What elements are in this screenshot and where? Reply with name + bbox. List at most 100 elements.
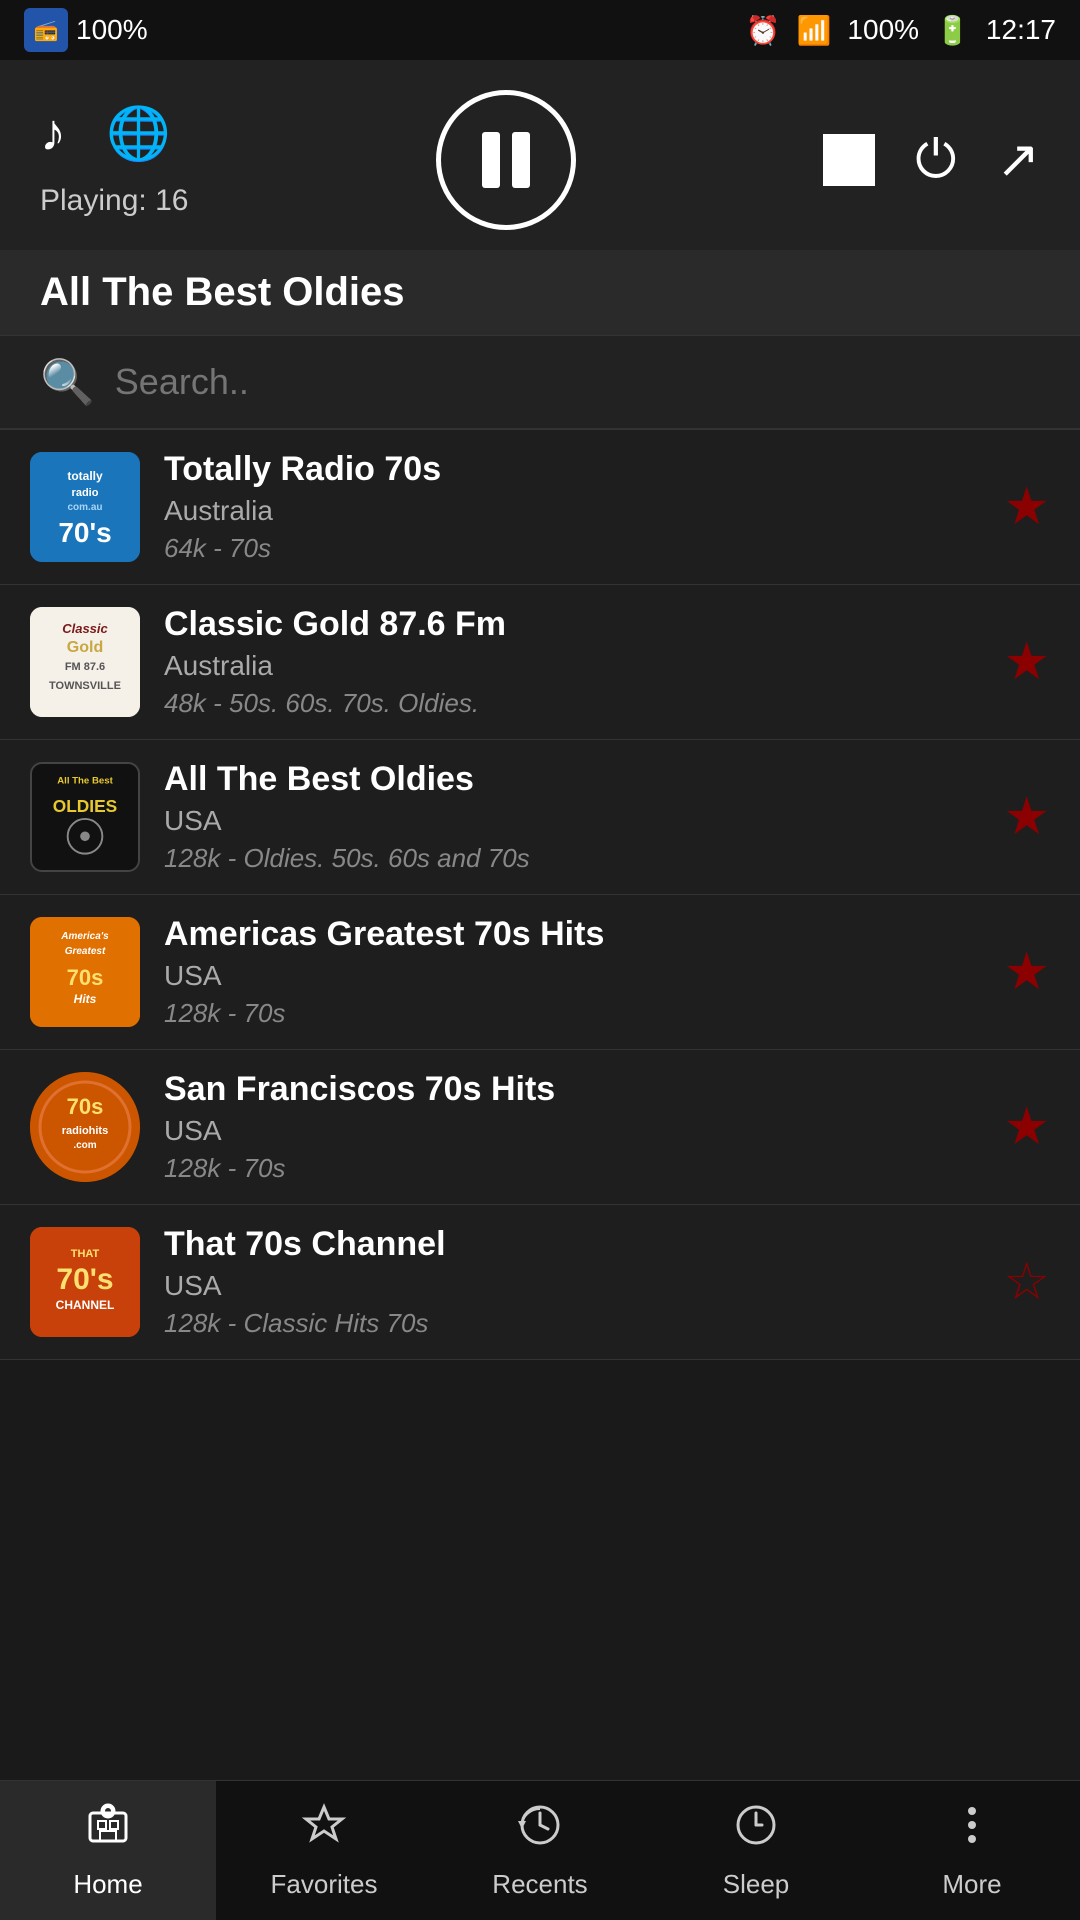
search-icon: 🔍 <box>40 356 95 408</box>
station-logo: America's Greatest 70s Hits <box>30 917 140 1027</box>
svg-text:70's: 70's <box>56 1263 113 1296</box>
battery-icon: 🔋 <box>935 14 970 47</box>
status-left: 📻 100% <box>24 8 148 52</box>
station-title: San Franciscos 70s Hits <box>164 1070 979 1109</box>
station-meta: 64k - 70s <box>164 533 979 564</box>
pause-bar-left <box>482 132 500 188</box>
recents-icon <box>516 1801 564 1861</box>
svg-text:Gold: Gold <box>67 639 103 656</box>
svg-text:Classic: Classic <box>62 621 108 636</box>
nav-sleep[interactable]: Sleep <box>648 1781 864 1920</box>
svg-text:Greatest: Greatest <box>65 946 106 957</box>
station-meta: 128k - Oldies. 50s. 60s and 70s <box>164 843 979 874</box>
station-info: Classic Gold 87.6 Fm Australia 48k - 50s… <box>164 605 979 719</box>
station-meta: 128k - Classic Hits 70s <box>164 1308 979 1339</box>
power-icon[interactable]: ⏻ <box>915 130 956 191</box>
player-icons-left: ♪ 🌐 <box>40 103 171 164</box>
home-icon <box>84 1801 132 1861</box>
pause-icon <box>482 132 530 188</box>
station-title: All The Best Oldies <box>164 760 979 799</box>
station-info: Americas Greatest 70s Hits USA 128k - 70… <box>164 915 979 1029</box>
search-input[interactable] <box>115 361 1040 403</box>
station-logo: All The Best OLDIES <box>30 762 140 872</box>
svg-text:radio: radio <box>72 487 99 499</box>
pause-button[interactable] <box>436 90 576 230</box>
player-center <box>436 90 576 230</box>
favorite-button[interactable]: ★ <box>1003 632 1050 692</box>
clock-display: 12:17 <box>986 14 1056 46</box>
app-icon: 📻 <box>24 8 68 52</box>
music-icon[interactable]: ♪ <box>40 103 66 164</box>
station-item[interactable]: 70s radiohits .com San Franciscos 70s Hi… <box>0 1050 1080 1205</box>
favorite-button[interactable]: ★ <box>1003 477 1050 537</box>
station-item[interactable]: America's Greatest 70s Hits Americas Gre… <box>0 895 1080 1050</box>
station-item[interactable]: Classic Gold FM 87.6 TOWNSVILLE Classic … <box>0 585 1080 740</box>
favorite-button[interactable]: ★ <box>1003 1097 1050 1157</box>
more-icon <box>948 1801 996 1861</box>
station-list: totally radio com.au 70's Totally Radio … <box>0 430 1080 1360</box>
svg-text:70s: 70s <box>67 965 104 990</box>
nav-recents-label: Recents <box>492 1869 587 1900</box>
nav-home-label: Home <box>73 1869 142 1900</box>
station-info: That 70s Channel USA 128k - Classic Hits… <box>164 1225 979 1339</box>
bottom-nav: Home Favorites Recents <box>0 1780 1080 1920</box>
nav-favorites-label: Favorites <box>271 1869 378 1900</box>
nav-sleep-label: Sleep <box>723 1869 790 1900</box>
station-info: All The Best Oldies USA 128k - Oldies. 5… <box>164 760 979 874</box>
station-logo: THAT 70's CHANNEL <box>30 1227 140 1337</box>
svg-text:70's: 70's <box>58 517 111 548</box>
station-item[interactable]: All The Best OLDIES All The Best Oldies … <box>0 740 1080 895</box>
station-country: USA <box>164 960 979 992</box>
station-meta: 128k - 70s <box>164 1153 979 1184</box>
svg-text:totally: totally <box>67 469 103 483</box>
status-bar: 📻 100% ⏰ 📶 100% 🔋 12:17 <box>0 0 1080 60</box>
station-country: USA <box>164 1270 979 1302</box>
favorites-icon <box>300 1801 348 1861</box>
stop-button[interactable] <box>823 134 875 186</box>
station-meta: 48k - 50s. 60s. 70s. Oldies. <box>164 688 979 719</box>
search-container[interactable]: 🔍 <box>0 336 1080 430</box>
sleep-icon <box>732 1801 780 1861</box>
svg-text:OLDIES: OLDIES <box>53 796 118 816</box>
station-title: That 70s Channel <box>164 1225 979 1264</box>
nav-more-label: More <box>942 1869 1001 1900</box>
battery-text: 100% <box>847 14 919 46</box>
share-icon[interactable]: ↗ <box>996 130 1040 190</box>
nav-favorites[interactable]: Favorites <box>216 1781 432 1920</box>
station-title: Americas Greatest 70s Hits <box>164 915 979 954</box>
svg-text:All The Best: All The Best <box>57 775 113 786</box>
wifi-icon: 📶 <box>797 14 832 47</box>
station-title: Classic Gold 87.6 Fm <box>164 605 979 644</box>
nav-home[interactable]: Home <box>0 1781 216 1920</box>
nav-recents[interactable]: Recents <box>432 1781 648 1920</box>
player-header: ♪ 🌐 Playing: 16 ⏻ ↗ <box>0 60 1080 250</box>
svg-text:CHANNEL: CHANNEL <box>56 1298 115 1312</box>
station-item[interactable]: THAT 70's CHANNEL That 70s Channel USA 1… <box>0 1205 1080 1360</box>
player-icons-right: ⏻ ↗ <box>823 130 1040 191</box>
playing-label: Playing: 16 <box>40 184 188 218</box>
svg-text:70s: 70s <box>67 1094 104 1119</box>
alarm-icon: ⏰ <box>746 14 781 47</box>
station-title: Totally Radio 70s <box>164 450 979 489</box>
status-number: 100% <box>76 14 148 46</box>
station-country: USA <box>164 1115 979 1147</box>
pause-bar-right <box>512 132 530 188</box>
globe-icon[interactable]: 🌐 <box>106 103 171 164</box>
station-meta: 128k - 70s <box>164 998 979 1029</box>
status-right: ⏰ 📶 100% 🔋 12:17 <box>746 14 1056 47</box>
station-country: Australia <box>164 650 979 682</box>
station-info: San Franciscos 70s Hits USA 128k - 70s <box>164 1070 979 1184</box>
svg-text:THAT: THAT <box>71 1248 100 1260</box>
station-country: Australia <box>164 495 979 527</box>
svg-text:com.au: com.au <box>67 502 102 513</box>
station-logo: 70s radiohits .com <box>30 1072 140 1182</box>
station-country: USA <box>164 805 979 837</box>
favorite-button[interactable]: ★ <box>1003 787 1050 847</box>
favorite-button[interactable]: ★ <box>1003 942 1050 1002</box>
current-station-bar: All The Best Oldies <box>0 250 1080 336</box>
player-left: ♪ 🌐 Playing: 16 <box>40 103 188 218</box>
favorite-button[interactable]: ☆ <box>1003 1252 1050 1312</box>
station-item[interactable]: totally radio com.au 70's Totally Radio … <box>0 430 1080 585</box>
svg-text:TOWNSVILLE: TOWNSVILLE <box>49 680 121 692</box>
nav-more[interactable]: More <box>864 1781 1080 1920</box>
